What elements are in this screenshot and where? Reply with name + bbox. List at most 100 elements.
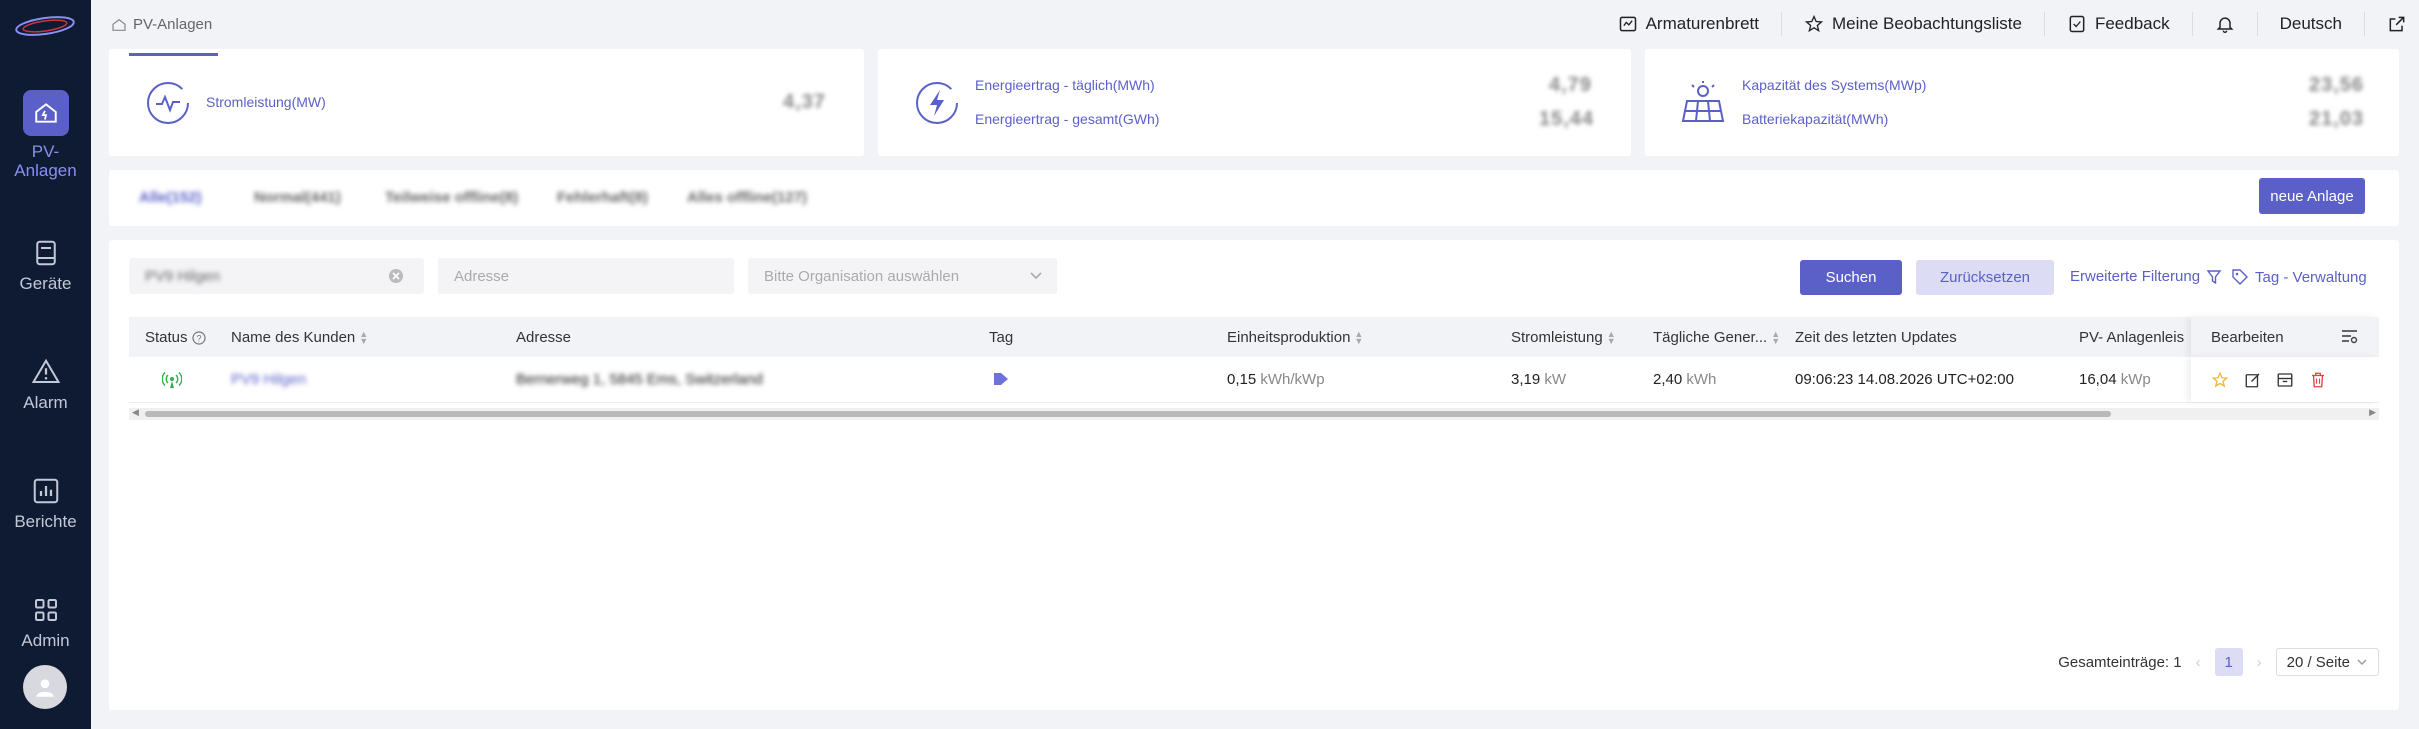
bell-icon — [2216, 17, 2234, 33]
col-address-label: Adresse — [516, 329, 572, 346]
delete-icon[interactable] — [2309, 371, 2327, 389]
sort-icon[interactable]: ▲ ▼ — [1607, 329, 1616, 345]
battery-capacity-value: 21,03 — [2309, 108, 2365, 130]
chevron-down-icon — [2357, 659, 2367, 665]
tab-all-offline[interactable]: Alles offline(127) — [687, 189, 807, 206]
col-power[interactable]: Stromleistung ▲ ▼ — [1511, 329, 1616, 346]
col-power-label: Stromleistung — [1511, 329, 1603, 346]
col-address: Adresse — [516, 329, 571, 346]
top-bar: PV-Anlagen Armaturenbrett Meine Beobacht… — [91, 0, 2419, 48]
favorite-star-icon[interactable] — [2211, 371, 2229, 389]
new-plant-button[interactable]: neue Anlage — [2259, 178, 2365, 214]
chevron-down-icon — [1030, 272, 1042, 280]
feedback-icon — [2069, 15, 2085, 33]
dashboard-link[interactable]: Armaturenbrett — [1596, 12, 1782, 36]
unit-production-unit: kWh/kWp — [1260, 371, 1325, 388]
sidebar-item-alarm[interactable]: Alarm — [0, 357, 91, 412]
address-input[interactable]: Adresse — [438, 258, 734, 294]
breadcrumb-label: PV-Anlagen — [133, 16, 213, 33]
scroll-right-icon[interactable]: ▶ — [2369, 407, 2376, 418]
sidebar-item-label: Admin — [21, 631, 70, 650]
horizontal-scrollbar[interactable]: ◀ ▶ — [129, 407, 2379, 420]
row-actions — [2191, 357, 2379, 402]
external-link-icon — [2389, 16, 2405, 32]
notifications-button[interactable] — [2193, 12, 2258, 36]
logout-button[interactable] — [2365, 12, 2419, 36]
active-tab-indicator — [129, 53, 218, 56]
sidebar-item-geraete[interactable]: Geräte — [0, 238, 91, 293]
feedback-link[interactable]: Feedback — [2045, 12, 2193, 36]
page-size-label: 20 / Seite — [2286, 653, 2350, 671]
page-number[interactable]: 1 — [2214, 648, 2243, 676]
reset-button[interactable]: Zurücksetzen — [1916, 260, 2054, 295]
scroll-left-icon[interactable]: ◀ — [132, 407, 139, 418]
power-cell: 3,19 kW — [1511, 371, 1566, 388]
sidebar-item-pv-anlagen[interactable]: PV- Anlagen — [0, 90, 91, 180]
column-settings-icon[interactable] — [2341, 329, 2359, 345]
help-icon[interactable]: ? — [191, 330, 206, 345]
sidebar-item-label: Alarm — [23, 393, 68, 412]
dashboard-icon — [1619, 16, 1636, 32]
power-value: 3,19 — [1511, 371, 1541, 388]
col-daily-generation[interactable]: Tägliche Gener... ▲ ▼ — [1653, 329, 1780, 346]
clear-icon[interactable] — [388, 268, 404, 284]
col-status: Status ? — [145, 329, 206, 346]
col-unit-production[interactable]: Einheitsproduktion ▲ ▼ — [1227, 329, 1363, 346]
lightning-icon — [916, 82, 958, 124]
sort-icon[interactable]: ▲ ▼ — [1354, 329, 1363, 345]
sidebar-item-admin[interactable]: Admin — [0, 595, 91, 650]
pagination: Gesamteinträge: 1 ‹ 1 › 20 / Seite — [2058, 648, 2379, 676]
tab-all[interactable]: Alle(152) — [139, 189, 202, 206]
table-row[interactable]: PV9 Hilgen Bernerweg 1, 5845 Ems, Switze… — [129, 357, 2379, 403]
device-icon — [35, 240, 56, 266]
table-header: Status ? Name des Kunden ▲ ▼ Adresse Tag … — [129, 317, 2379, 357]
col-tag: Tag — [989, 329, 1013, 346]
home-icon — [112, 18, 126, 31]
edit-icon[interactable] — [2244, 371, 2262, 389]
energy-card: Energieertrag - täglich(MWh) 4,79 Energi… — [878, 49, 1631, 156]
name-search-input[interactable]: PV9 Hilgen — [129, 258, 424, 294]
tab-partially-offline[interactable]: Teilweise offline(8) — [385, 189, 518, 206]
unit-production-cell: 0,15 kWh/kWp — [1227, 371, 1325, 388]
next-page-icon[interactable]: › — [2257, 654, 2262, 671]
col-last-update: Zeit des letzten Updates — [1795, 329, 1957, 346]
power-card: Stromleistung(MW) 4,37 — [109, 49, 864, 156]
breadcrumb: PV-Anlagen — [111, 16, 212, 33]
battery-capacity-label: Batteriekapazität(MWh) — [1742, 111, 1889, 127]
avatar[interactable] — [23, 665, 67, 709]
col-daily-generation-label: Tägliche Gener... — [1653, 329, 1768, 346]
last-update-cell: 09:06:23 14.08.2026 UTC+02:00 — [1795, 371, 2014, 388]
organization-select[interactable]: Bitte Organisation auswählen — [748, 258, 1057, 294]
daily-generation-value: 2,40 — [1653, 371, 1683, 388]
home-icon — [22, 90, 69, 136]
customer-name-link[interactable]: PV9 Hilgen — [231, 371, 306, 388]
archive-icon[interactable] — [2276, 371, 2294, 389]
user-icon — [36, 679, 54, 697]
tab-faulty[interactable]: Fehlerhaft(8) — [557, 189, 648, 206]
col-tag-label: Tag — [989, 329, 1014, 346]
feedback-label: Feedback — [2094, 14, 2170, 33]
scrollbar-thumb[interactable] — [145, 411, 2111, 417]
col-pv-capacity: PV- Anlagenleis — [2079, 329, 2184, 346]
filter-icon — [2206, 269, 2222, 284]
sort-icon[interactable]: ▲ ▼ — [359, 329, 368, 345]
tag-management-link[interactable]: Tag - Verwaltung — [2231, 268, 2367, 286]
col-customer-name[interactable]: Name des Kunden ▲ ▼ — [231, 329, 368, 346]
tab-normal[interactable]: Normal(441) — [254, 189, 341, 206]
prev-page-icon[interactable]: ‹ — [2196, 654, 2201, 671]
col-customer-name-label: Name des Kunden — [231, 329, 356, 346]
pv-capacity-value: 16,04 — [2079, 371, 2117, 388]
pulse-icon — [147, 82, 189, 124]
language-selector[interactable]: Deutsch — [2258, 12, 2365, 36]
power-label: Stromleistung(MW) — [206, 94, 326, 110]
tag-icon[interactable] — [993, 372, 1009, 386]
search-button[interactable]: Suchen — [1800, 260, 1902, 295]
tag-icon — [2232, 269, 2248, 285]
page-size-select[interactable]: 20 / Seite — [2275, 648, 2379, 676]
advanced-filter-link[interactable]: Erweiterte Filterung — [2070, 268, 2222, 285]
watchlist-link[interactable]: Meine Beobachtungsliste — [1782, 12, 2045, 36]
sort-icon[interactable]: ▲ ▼ — [1771, 329, 1780, 345]
logo — [15, 16, 75, 36]
sidebar-item-berichte[interactable]: Berichte — [0, 476, 91, 531]
star-icon — [1804, 14, 1824, 33]
